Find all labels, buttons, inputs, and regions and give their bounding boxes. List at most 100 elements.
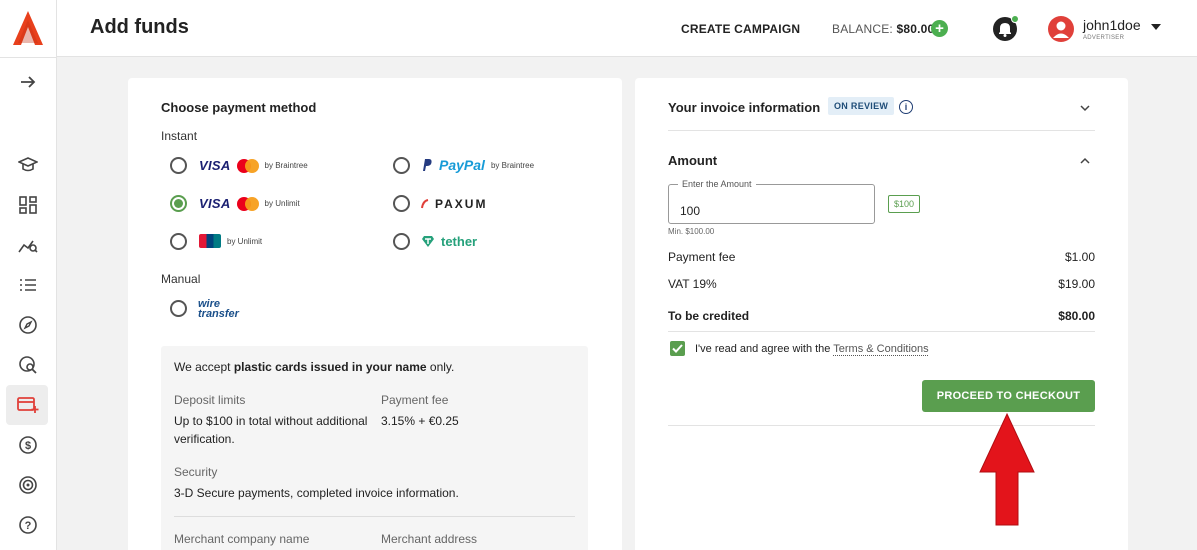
- visa-braintree-option[interactable]: VISA by Braintree: [199, 158, 308, 173]
- add-card-icon[interactable]: [16, 393, 40, 417]
- payment-info-box: We accept plastic cards issued in your n…: [161, 346, 588, 550]
- status-badge: ON REVIEW: [828, 97, 894, 115]
- radio-paypal[interactable]: [393, 157, 410, 174]
- provider-label: by Unlimit: [227, 237, 262, 246]
- paxum-logo: PAXUM: [435, 197, 487, 211]
- accept-bold: plastic cards issued in your name: [234, 360, 427, 374]
- visa-unlimit-option[interactable]: VISA by Unlimit: [199, 196, 300, 211]
- radio-tether[interactable]: [393, 233, 410, 250]
- deposit-limits-label: Deposit limits: [174, 393, 245, 407]
- provider-label: by Unlimit: [265, 199, 300, 208]
- terms-link[interactable]: Terms & Conditions: [833, 343, 928, 355]
- amount-title: Amount: [668, 153, 717, 168]
- total-divider: [668, 331, 1095, 332]
- add-balance-plus-icon[interactable]: +: [931, 20, 948, 37]
- search-globe-icon[interactable]: [16, 353, 40, 377]
- terms-agreement: I've read and agree with the Terms & Con…: [695, 343, 929, 355]
- deposit-limits-value: Up to $100 in total without additional v…: [174, 412, 374, 448]
- paxum-option[interactable]: PAXUM: [421, 197, 487, 211]
- radio-wire-transfer[interactable]: [170, 300, 187, 317]
- analytics-icon[interactable]: [16, 233, 40, 257]
- help-icon[interactable]: ?: [16, 513, 40, 537]
- payment-method-title: Choose payment method: [161, 100, 316, 115]
- accept-prefix: We accept: [174, 360, 234, 374]
- vat-row-value: $19.00: [1058, 277, 1095, 291]
- chevron-up-icon[interactable]: [1080, 156, 1090, 166]
- graduation-cap-icon[interactable]: [16, 153, 40, 177]
- security-label: Security: [174, 465, 217, 479]
- svg-text:?: ?: [25, 520, 32, 532]
- page-title: Add funds: [90, 16, 189, 39]
- red-arrow-annotation-icon: [978, 412, 1036, 527]
- balance-value: $80.00: [897, 22, 935, 36]
- payment-method-card: Choose payment method Instant VISA by Br…: [128, 78, 622, 550]
- quick-amount-button[interactable]: $100: [888, 195, 920, 213]
- invoice-divider: [668, 130, 1095, 131]
- dollar-icon[interactable]: $: [16, 433, 40, 457]
- target-icon[interactable]: [16, 473, 40, 497]
- vat-row-label: VAT 19%: [668, 277, 717, 291]
- top-header: Add funds CREATE CAMPAIGN BALANCE: $80.0…: [57, 0, 1197, 57]
- merchant-address-label: Merchant address: [381, 532, 477, 546]
- radio-unionpay[interactable]: [170, 233, 187, 250]
- radio-visa-braintree[interactable]: [170, 157, 187, 174]
- invoice-card: Your invoice information ON REVIEW i Amo…: [635, 78, 1128, 550]
- tether-icon: [421, 235, 435, 248]
- radio-paxum[interactable]: [393, 195, 410, 212]
- mastercard-icon: [237, 197, 259, 211]
- agree-text: I've read and agree with the: [695, 343, 833, 355]
- paxum-swoosh-icon: [421, 199, 429, 209]
- invoice-info-title[interactable]: Your invoice information: [668, 100, 820, 115]
- balance-label: BALANCE:: [832, 22, 893, 36]
- provider-label: by Braintree: [265, 161, 308, 170]
- create-campaign-link[interactable]: CREATE CAMPAIGN: [681, 22, 800, 36]
- user-avatar-icon: [1048, 16, 1074, 42]
- unionpay-option[interactable]: by Unlimit: [199, 234, 262, 248]
- accept-suffix: only.: [427, 360, 455, 374]
- payment-fee-label: Payment fee: [381, 393, 448, 407]
- user-menu-caret-icon[interactable]: [1151, 24, 1161, 30]
- sidebar-divider: [0, 57, 57, 58]
- manual-label: Manual: [161, 272, 200, 286]
- mastercard-icon: [237, 159, 259, 173]
- unionpay-icon: [199, 234, 221, 248]
- checkmark-icon: [670, 341, 685, 356]
- user-role: ADVERTISER: [1083, 35, 1124, 41]
- paypal-logo: PayPal: [439, 157, 485, 173]
- balance-display: BALANCE: $80.00: [832, 22, 934, 36]
- info-icon[interactable]: i: [899, 100, 913, 114]
- visa-logo: VISA: [199, 196, 231, 211]
- username[interactable]: john1doe: [1083, 17, 1141, 33]
- list-icon[interactable]: [16, 273, 40, 297]
- dashboard-icon[interactable]: [16, 193, 40, 217]
- sidebar: $ ?: [0, 0, 57, 550]
- accept-notice: We accept plastic cards issued in your n…: [174, 358, 454, 376]
- amount-input-label: Enter the Amount: [678, 179, 756, 189]
- compass-icon[interactable]: [16, 313, 40, 337]
- notification-dot: [1011, 15, 1019, 23]
- info-divider: [174, 516, 575, 517]
- tether-option[interactable]: tether: [421, 234, 477, 249]
- credited-row-value: $80.00: [1058, 309, 1095, 323]
- wire-logo-line2: transfer: [198, 309, 239, 319]
- expand-arrow-icon[interactable]: [16, 70, 40, 94]
- radio-visa-unlimit[interactable]: [170, 195, 187, 212]
- wire-transfer-option[interactable]: wire transfer: [198, 299, 239, 319]
- svg-text:$: $: [25, 440, 31, 452]
- payment-fee-row-value: $1.00: [1065, 250, 1095, 264]
- provider-label: by Braintree: [491, 161, 534, 170]
- min-amount-note: Min. $100.00: [668, 227, 714, 236]
- merchant-name-label: Merchant company name: [174, 532, 309, 546]
- visa-logo: VISA: [199, 158, 231, 173]
- amount-input[interactable]: [668, 184, 875, 224]
- logo-icon[interactable]: [12, 10, 44, 46]
- proceed-to-checkout-button[interactable]: PROCEED TO CHECKOUT: [922, 380, 1095, 412]
- payment-fee-value: 3.15% + €0.25: [381, 412, 459, 430]
- terms-checkbox[interactable]: [670, 341, 685, 356]
- avatar[interactable]: [1048, 16, 1074, 42]
- credited-row-label: To be credited: [668, 309, 749, 323]
- paypal-option[interactable]: PayPal by Braintree: [421, 157, 534, 173]
- security-value: 3-D Secure payments, completed invoice i…: [174, 484, 459, 502]
- paypal-icon: [421, 158, 433, 172]
- chevron-down-icon[interactable]: [1080, 103, 1090, 113]
